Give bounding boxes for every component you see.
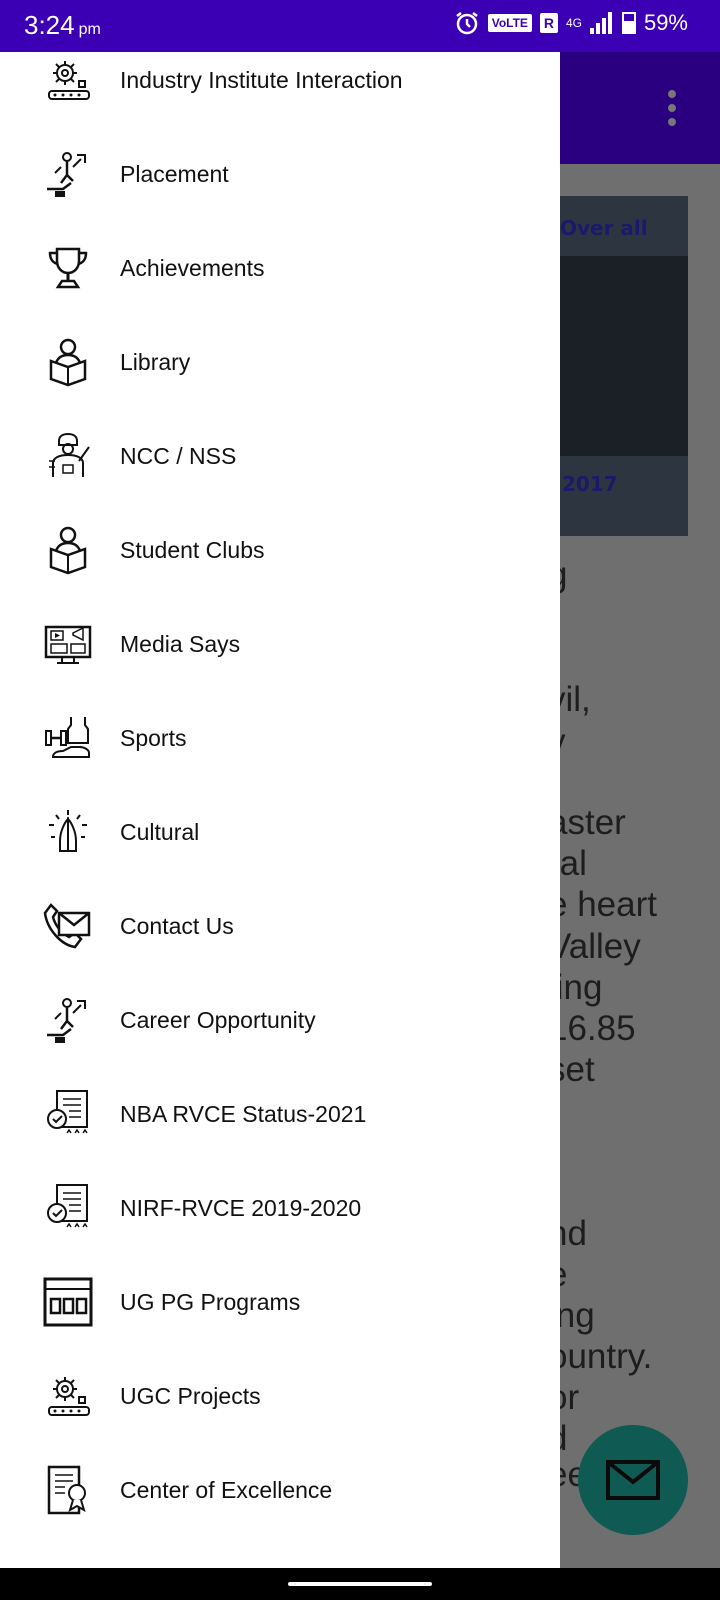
sports-gear-icon [42,712,94,764]
menu-label: Center of Excellence [120,1476,333,1503]
menu-item-sports[interactable]: Sports [0,690,560,786]
hero-photo [550,256,688,456]
menu-item-ug-pg-programs[interactable]: UG PG Programs [0,1254,560,1350]
menu-label: Career Opportunity [120,1006,316,1033]
award-document-icon [42,1464,94,1516]
overflow-menu-icon[interactable] [668,90,676,126]
hero-caption-top: Over all [560,216,648,240]
menu-label: NIRF-RVCE 2019-2020 [120,1194,362,1221]
menu-item-industry-institute-interaction[interactable]: Industry Institute Interaction [0,52,560,128]
menu-label: Media Says [120,630,241,657]
battery-icon [621,12,636,34]
menu-label: Placement [120,160,229,187]
trophy-icon [42,242,94,294]
menu-label: Contact Us [120,912,234,939]
media-screen-icon [42,618,94,670]
menu-item-cultural[interactable]: Cultural [0,784,560,880]
certificate-icon [42,1088,94,1140]
menu-item-contact-us[interactable]: Contact Us [0,878,560,974]
programs-board-icon [42,1276,94,1328]
menu-label: UGC Projects [120,1382,261,1409]
career-growth-icon [42,148,94,200]
roaming-badge: R [539,13,558,33]
menu-label: Achievements [120,254,265,281]
menu-item-media-says[interactable]: Media Says [0,596,560,692]
menu-item-library[interactable]: Library [0,314,560,410]
menu-item-ugc-projects[interactable]: UGC Projects [0,1348,560,1444]
volte-badge: VoLTE [487,14,532,32]
industry-gear-icon [42,54,94,106]
menu-item-ncc-nss[interactable]: NCC / NSS [0,408,560,504]
certificate-icon [42,1182,94,1234]
menu-item-career-opportunity[interactable]: Career Opportunity [0,972,560,1068]
network-type: 4G [565,16,582,30]
career-growth-icon [42,994,94,1046]
status-icons: VoLTE R 4G 59% [454,10,688,36]
status-time-value: 3:24 [24,10,75,40]
phone-mail-icon [42,900,94,952]
mail-icon [606,1460,660,1500]
menu-item-nirf-rvce[interactable]: NIRF-RVCE 2019-2020 [0,1160,560,1256]
menu-label: UG PG Programs [120,1288,301,1315]
bg-text-line: e heart [548,885,657,924]
menu-label: Sports [120,724,187,751]
soldier-icon [42,430,94,482]
email-fab-button[interactable] [578,1425,688,1535]
signal-icon [589,12,612,34]
praying-hands-icon [42,806,94,858]
navigation-drawer: Industry Institute Interaction Placement… [0,52,560,1568]
menu-label: NCC / NSS [120,442,237,469]
industry-gear-icon [42,1370,94,1422]
status-bar: 3:24 pm VoLTE R 4G 59% [0,0,720,52]
system-nav-bar [0,1568,720,1600]
hero-caption-bottom: 2017 [562,472,618,496]
reader-book-icon [42,336,94,388]
status-time: 3:24 pm [24,10,101,41]
home-gesture-handle[interactable] [288,1582,432,1586]
bg-text-line: Valley [548,927,641,966]
bg-text-line: ountry. [548,1337,653,1376]
battery-percent: 59% [643,10,688,35]
menu-item-center-of-excellence[interactable]: Center of Excellence [0,1442,560,1538]
alarm-icon [455,12,478,35]
menu-label: NBA RVCE Status-2021 [120,1100,367,1127]
menu-label: Library [120,348,191,375]
menu-item-student-clubs[interactable]: Student Clubs [0,502,560,598]
menu-label: Student Clubs [120,536,265,563]
reader-book-icon [42,524,94,576]
menu-item-achievements[interactable]: Achievements [0,220,560,316]
menu-item-nba-rvce-status[interactable]: NBA RVCE Status-2021 [0,1066,560,1162]
menu-label: Industry Institute Interaction [120,66,403,93]
bg-text-line: 16.85 [548,1009,636,1048]
menu-item-placement[interactable]: Placement [0,126,560,222]
menu-label: Cultural [120,818,200,845]
status-ampm: pm [78,21,101,38]
